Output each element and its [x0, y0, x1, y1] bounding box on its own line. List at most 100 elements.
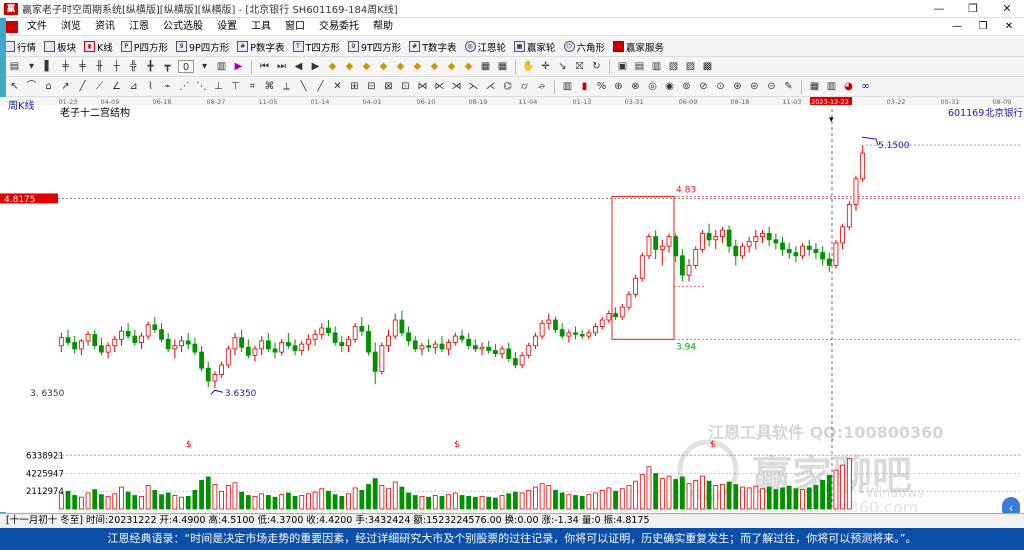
- tool-icon-33[interactable]: ▥: [561, 80, 574, 93]
- tool-icon-24[interactable]: ⊡: [399, 80, 412, 93]
- tool-icon-15[interactable]: ⌗: [246, 80, 259, 93]
- last-icon[interactable]: ⏭: [275, 60, 288, 73]
- toolbar-quotes-button[interactable]: 行情: [0, 37, 40, 57]
- menu-trade[interactable]: 交易委托: [312, 18, 366, 36]
- columns-icon[interactable]: ▥: [825, 80, 838, 93]
- menu-window[interactable]: 窗口: [278, 18, 312, 36]
- diamond-icon-2[interactable]: ◆: [343, 60, 356, 73]
- menu-gann[interactable]: 江恩: [122, 18, 156, 36]
- infinity-icon[interactable]: ∞: [859, 80, 872, 93]
- menu-help[interactable]: 帮助: [366, 18, 400, 36]
- minimize-button[interactable]: —: [922, 0, 956, 18]
- toolbar-service-button[interactable]: 赢家服务: [609, 37, 668, 57]
- pie-icon[interactable]: ◕: [842, 80, 855, 93]
- hand-icon[interactable]: ✋: [522, 60, 535, 73]
- tool-icon-25[interactable]: ⋈: [416, 80, 429, 93]
- crosshair-icon[interactable]: ✛: [539, 60, 552, 73]
- tool-icon-34[interactable]: ⊕: [612, 80, 625, 93]
- tool-icon-6[interactable]: ⟋: [93, 80, 106, 93]
- candle-icon[interactable]: ▮: [578, 80, 591, 93]
- gift-icon[interactable]: ⛝: [573, 60, 586, 73]
- tool-icon-1[interactable]: ↖: [8, 80, 21, 93]
- tool-icon-29[interactable]: ⋌: [484, 80, 497, 93]
- bar-icon-4[interactable]: ┼: [110, 60, 123, 73]
- toolbar-p-number-button[interactable]: # P数字表: [233, 37, 288, 57]
- diamond-icon-7[interactable]: ◆: [428, 60, 441, 73]
- toolbar-hexagon-button[interactable]: ⬡ 六角形: [560, 37, 610, 57]
- tool-icon-35[interactable]: ⊗: [629, 80, 642, 93]
- bar-icon-1[interactable]: ╪: [59, 60, 72, 73]
- menu-tools[interactable]: 工具: [244, 18, 278, 36]
- refresh-icon[interactable]: ↻: [590, 60, 603, 73]
- table-icon[interactable]: ▦: [479, 60, 492, 73]
- toolbar-gann-wheel-button[interactable]: ◎ 江恩轮: [461, 37, 511, 57]
- dropdown-arrow-icon[interactable]: ▾: [25, 60, 38, 73]
- tool-icon-9[interactable]: ⌇: [144, 80, 157, 93]
- zoom-field[interactable]: 0: [178, 60, 194, 73]
- toolbar-sector-button[interactable]: 板块: [40, 37, 80, 57]
- bar-icon-5[interactable]: ╬: [127, 60, 140, 73]
- play-icon[interactable]: ▶: [232, 60, 245, 73]
- tool-icon-12[interactable]: ⋱: [195, 80, 208, 93]
- chart-icon-3[interactable]: ▧: [667, 60, 680, 73]
- tool-icon-30[interactable]: ⌬: [501, 80, 514, 93]
- menu-formula[interactable]: 公式选股: [156, 18, 210, 36]
- menu-browse[interactable]: 浏览: [54, 18, 88, 36]
- tool-icon-22[interactable]: ⊟: [365, 80, 378, 93]
- close-button[interactable]: ✕: [990, 0, 1024, 18]
- tool-icon-10[interactable]: ⌁: [161, 80, 174, 93]
- tool-icon-37[interactable]: ◉: [663, 80, 676, 93]
- kline-chart[interactable]: 01-23 04-09 06-18 08-27 11-05 01-14 04-01 06-10…: [0, 97, 1024, 519]
- tool-icon-28[interactable]: ⋋: [467, 80, 480, 93]
- toolbar-winner-wheel-button[interactable]: ▦ 赢家轮: [510, 37, 560, 57]
- tool-icon-31[interactable]: ⌭: [518, 80, 531, 93]
- diamond-icon-4[interactable]: ◆: [377, 60, 390, 73]
- toolbar-t-square-button[interactable]: T T四方形: [289, 37, 344, 57]
- tool-icon-21[interactable]: ⊞: [348, 80, 361, 93]
- toolbar-t-number-button[interactable]: # T数字表: [405, 37, 460, 57]
- chart-icon-2[interactable]: ▥: [650, 60, 663, 73]
- trend-icon[interactable]: ↘: [556, 60, 569, 73]
- tool-icon-2[interactable]: ⌒: [25, 80, 38, 93]
- tool-icon-14[interactable]: ⊤: [229, 80, 242, 93]
- toolbar-9p-square-button[interactable]: 9 9P四方形: [172, 37, 233, 57]
- child-restore-button[interactable]: ❐: [972, 18, 994, 36]
- tool-icon-17[interactable]: ⟂: [280, 80, 293, 93]
- diamond-icon-8[interactable]: ◆: [445, 60, 458, 73]
- maximize-button[interactable]: ❐: [956, 0, 990, 18]
- tool-icon-38[interactable]: ⊚: [680, 80, 693, 93]
- tool-icon-41[interactable]: ⊛: [731, 80, 744, 93]
- diamond-icon-1[interactable]: ◆: [326, 60, 339, 73]
- tool-icon-19[interactable]: ╱: [314, 80, 327, 93]
- tool-icon-18[interactable]: ╲: [297, 80, 310, 93]
- diamond-icon-5[interactable]: ◆: [394, 60, 407, 73]
- forward-icon[interactable]: ▶: [309, 60, 322, 73]
- tool-icon-11[interactable]: ⋰: [178, 80, 191, 93]
- bar-icon-7[interactable]: ┳: [161, 60, 174, 73]
- menu-file[interactable]: 文件: [20, 18, 54, 36]
- child-close-button[interactable]: ✕: [998, 18, 1020, 36]
- toolbar-p-square-button[interactable]: P P四方形: [117, 37, 172, 57]
- layout-icon[interactable]: ▥: [215, 60, 228, 73]
- tool-icon-44[interactable]: ✎: [782, 80, 795, 93]
- tool-icon-42[interactable]: ⊜: [748, 80, 761, 93]
- tool-icon-13[interactable]: ⊥: [212, 80, 225, 93]
- bar-icon-2[interactable]: ╪: [76, 60, 89, 73]
- tool-icon-32[interactable]: ⌮: [535, 80, 548, 93]
- chart-icon-1[interactable]: ▤: [633, 60, 646, 73]
- bar-icon-6[interactable]: ╋: [144, 60, 157, 73]
- diamond-icon-9[interactable]: ◆: [462, 60, 475, 73]
- tool-icon-40[interactable]: ⊙: [714, 80, 727, 93]
- tool-icon-26[interactable]: ⋉: [433, 80, 446, 93]
- tool-icon-3[interactable]: ⌂: [42, 80, 55, 93]
- tool-icon-20[interactable]: ✕: [331, 80, 344, 93]
- tool-icon-8[interactable]: ⊿: [127, 80, 140, 93]
- menu-settings[interactable]: 设置: [210, 18, 244, 36]
- percent-icon[interactable]: %: [595, 80, 608, 93]
- chart-icon-5[interactable]: ▩: [701, 60, 714, 73]
- child-minimize-button[interactable]: —: [946, 18, 968, 36]
- tool-icon-27[interactable]: ⋊: [450, 80, 463, 93]
- back-icon[interactable]: ◀: [292, 60, 305, 73]
- diamond-icon-3[interactable]: ◆: [360, 60, 373, 73]
- tool-icon-7[interactable]: ∠: [110, 80, 123, 93]
